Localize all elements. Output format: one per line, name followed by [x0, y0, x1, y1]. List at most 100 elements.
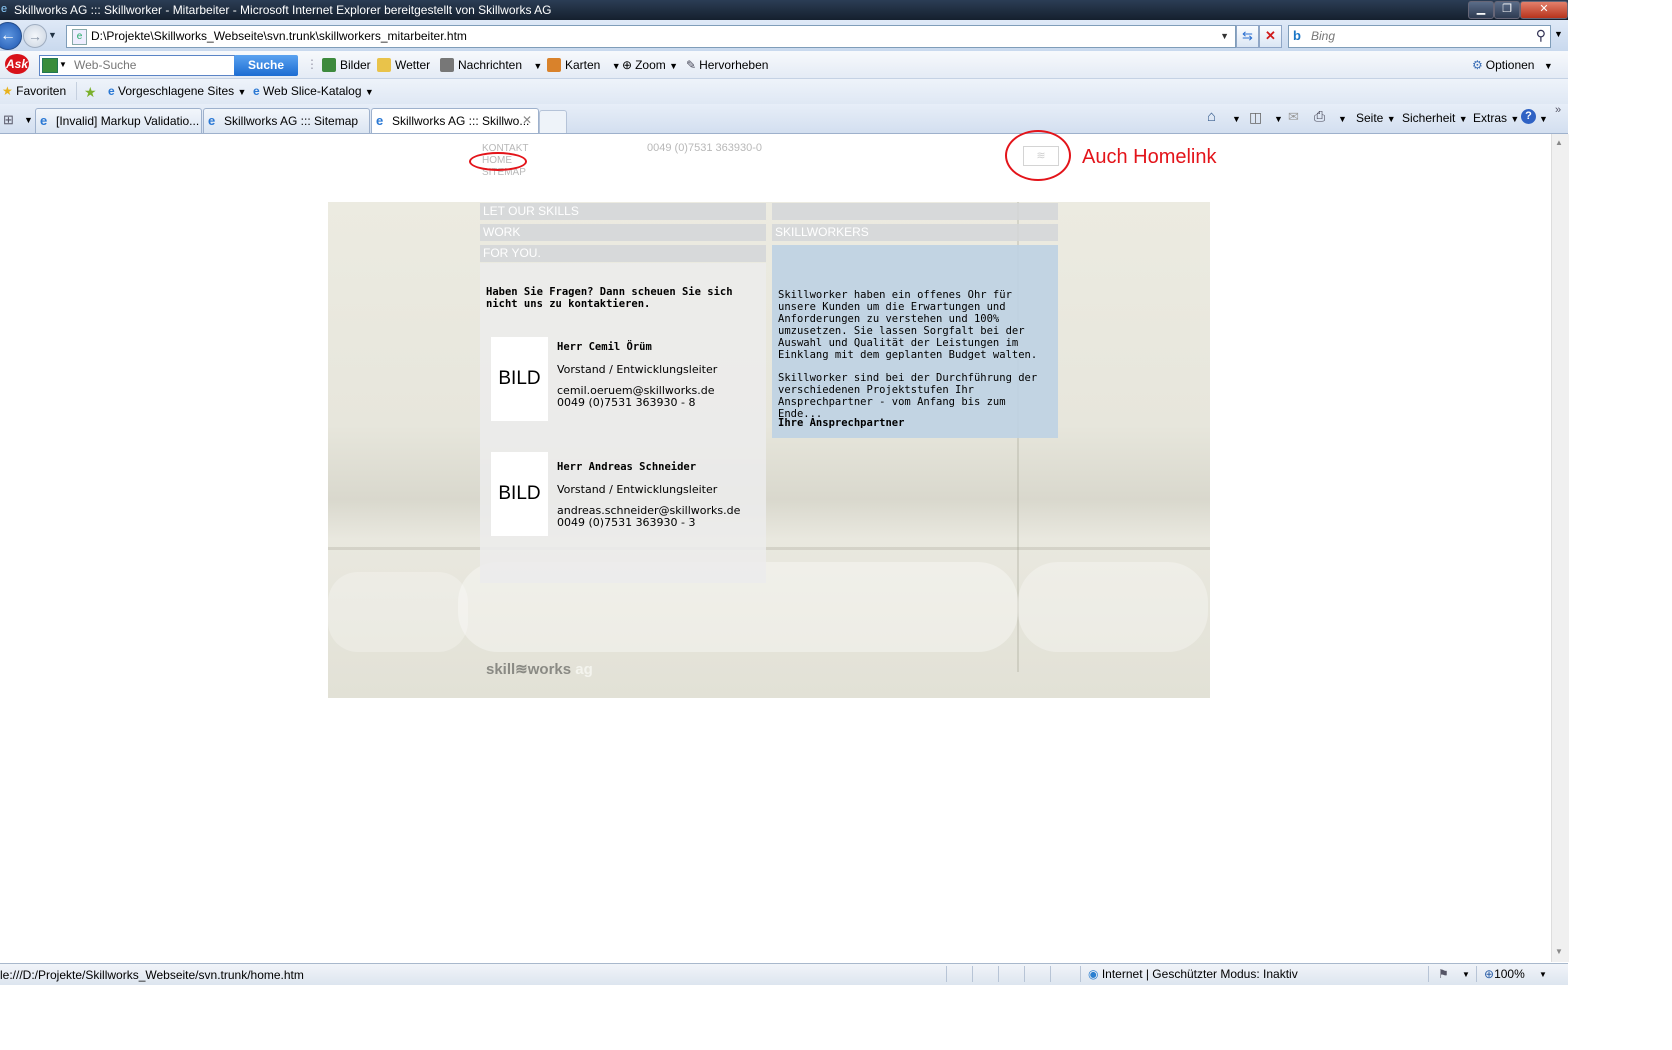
karten-dropdown-icon[interactable]: ▼ [612, 61, 621, 71]
suche-button[interactable]: Suche [234, 55, 298, 76]
web-slice-link[interactable]: e Web Slice-Katalog ▼ [253, 84, 374, 98]
minimize-button[interactable]: ▁ [1468, 1, 1494, 19]
suggested-dropdown-icon[interactable]: ▼ [237, 87, 246, 97]
close-tab-icon[interactable]: ✕ [522, 113, 532, 127]
ie-icon: e [1, 3, 8, 15]
search-icon[interactable]: ⚲ [1536, 27, 1546, 44]
address-value[interactable]: D:\Projekte\Skillworks_Webseite\svn.trun… [91, 29, 467, 43]
web-slice-dropdown-icon[interactable]: ▼ [365, 87, 374, 97]
bing-icon: b [1293, 28, 1301, 43]
print-dropdown-icon[interactable]: ▼ [1338, 114, 1347, 124]
header-phone: 0049 (0)7531 363930-0 [647, 142, 762, 154]
brand-suffix: ag [575, 661, 593, 678]
feeds-icon[interactable]: ◫ [1249, 109, 1262, 126]
protected-mode-dropdown-icon[interactable]: ▼ [1462, 970, 1470, 979]
refresh-icon: ⇆ [1242, 28, 1253, 43]
zoom-dropdown-icon[interactable]: ▼ [669, 61, 678, 71]
scroll-down-icon[interactable]: ▼ [1555, 947, 1563, 956]
quick-tabs-icon[interactable]: ⊞ [3, 112, 14, 128]
help-dropdown-icon[interactable]: ▼ [1539, 114, 1548, 124]
suggested-sites-link[interactable]: e Vorgeschlagene Sites ▼ [108, 84, 246, 98]
right-header-blank [772, 203, 1058, 220]
extras-menu[interactable]: Extras ▼ [1473, 111, 1519, 125]
zoom-icon: ⊕ [622, 58, 633, 72]
address-bar[interactable]: e D:\Projekte\Skillworks_Webseite\svn.tr… [66, 25, 1236, 48]
help-icon[interactable]: ? [1521, 109, 1536, 124]
seite-menu[interactable]: Seite ▼ [1356, 111, 1396, 125]
favorites-divider [76, 82, 77, 100]
close-window-button[interactable]: ✕ [1520, 1, 1568, 19]
address-dropdown-icon[interactable]: ▼ [1220, 31, 1229, 41]
new-tab-button[interactable] [539, 110, 567, 133]
home-icon[interactable]: ⌂ [1207, 108, 1216, 125]
ask-logo[interactable]: Ask [5, 54, 29, 74]
web-search-placeholder[interactable]: Web-Suche [74, 58, 136, 72]
logo-annotation-circle [1005, 130, 1071, 181]
brand-name: skill≋works [486, 661, 572, 678]
zoom-value: 100% [1494, 967, 1525, 981]
sicherheit-dropdown-icon: ▼ [1458, 114, 1468, 124]
ie-page-icon: e [208, 113, 216, 128]
karten-button[interactable]: Karten ▼ [547, 58, 621, 72]
optionen-dropdown-icon[interactable]: ▼ [1544, 61, 1553, 71]
bilder-label: Bilder [340, 58, 371, 72]
engine-dropdown-icon[interactable]: ▼ [59, 60, 67, 69]
zoom-dropdown-icon[interactable]: ▼ [1539, 970, 1547, 979]
search-options-dropdown[interactable]: ▼ [1554, 29, 1563, 39]
sicherheit-menu[interactable]: Sicherheit ▼ [1402, 111, 1468, 125]
nachrichten-dropdown-icon[interactable]: ▼ [533, 61, 542, 71]
web-slice-label: Web Slice-Katalog [263, 84, 362, 98]
news-icon [440, 58, 454, 72]
search-box[interactable]: b Bing ⚲ [1288, 25, 1551, 48]
seite-dropdown-icon: ▼ [1386, 114, 1396, 124]
add-to-favorites-icon[interactable]: ★ [84, 84, 97, 101]
home-annotation-oval [469, 152, 527, 171]
forward-button[interactable]: → [23, 24, 47, 48]
tab-sitemap[interactable]: e Skillworks AG ::: Sitemap [203, 108, 370, 133]
nachrichten-button[interactable]: Nachrichten ▼ [440, 58, 542, 72]
hervorheben-button[interactable]: ✎ Hervorheben [686, 58, 768, 72]
zoom-label: Zoom [635, 58, 666, 72]
info-paragraph-2: Skillworker sind bei der Durchführung de… [778, 372, 1038, 420]
ie-page-icon: e [253, 84, 260, 98]
refresh-button[interactable]: ⇆ [1236, 25, 1259, 48]
wetter-button[interactable]: Wetter [377, 58, 430, 72]
contact-photo-placeholder: BILD [491, 452, 548, 536]
security-zone[interactable]: ◉ Internet | Geschützter Modus: Inaktiv [1088, 967, 1298, 981]
recent-pages-dropdown[interactable]: ▼ [48, 30, 57, 40]
status-divider [1476, 966, 1477, 982]
optionen-button[interactable]: ⚙ Optionen ▼ [1472, 58, 1553, 72]
tab-markup-validation[interactable]: e [Invalid] Markup Validatio... [35, 108, 202, 133]
zoom-level[interactable]: ⊕100% [1484, 967, 1525, 981]
stop-icon: ✕ [1265, 28, 1276, 43]
web-search-input[interactable]: ▼ Web-Suche [39, 55, 235, 76]
status-url: le:///D:/Projekte/Skillworks_Webseite/sv… [0, 968, 304, 982]
status-divider [1080, 966, 1081, 982]
home-dropdown-icon[interactable]: ▼ [1232, 114, 1241, 124]
tab-list-dropdown-icon[interactable]: ▼ [24, 115, 33, 125]
suggested-sites-label: Vorgeschlagene Sites [118, 84, 235, 98]
window-title-bar: e Skillworks AG ::: Skillworker - Mitarb… [0, 0, 1568, 20]
search-placeholder[interactable]: Bing [1311, 29, 1335, 43]
favorites-button[interactable]: ★ Favoriten [2, 84, 66, 98]
feeds-dropdown-icon[interactable]: ▼ [1274, 114, 1283, 124]
print-icon[interactable]: ⎙ [1314, 108, 1325, 125]
scroll-up-icon[interactable]: ▲ [1555, 138, 1563, 147]
extras-label: Extras [1473, 111, 1508, 125]
restore-button[interactable]: ❐ [1494, 1, 1520, 19]
brand-logo: skill≋works ag [486, 660, 593, 678]
seat-edge [328, 547, 1210, 550]
ansprechpartner-link[interactable]: Ihre Ansprechpartner [778, 417, 904, 429]
status-divider [1024, 966, 1025, 982]
stop-button[interactable]: ✕ [1259, 25, 1282, 48]
nachrichten-label: Nachrichten [458, 58, 523, 72]
tab-skillworker[interactable]: e Skillworks AG ::: Skillwo... ✕ [371, 108, 539, 133]
zoom-button[interactable]: ⊕ Zoom ▼ [622, 58, 678, 72]
bilder-button[interactable]: Bilder [322, 58, 371, 72]
protected-mode-icon[interactable]: ⚑ [1438, 967, 1449, 981]
sofa-background-image [328, 202, 1210, 698]
back-arrow-icon: ← [0, 27, 16, 44]
mail-icon[interactable]: ✉ [1288, 109, 1299, 125]
toolbar-overflow-icon[interactable]: » [1555, 104, 1561, 116]
vertical-scrollbar[interactable]: ▲ ▼ [1551, 134, 1569, 962]
